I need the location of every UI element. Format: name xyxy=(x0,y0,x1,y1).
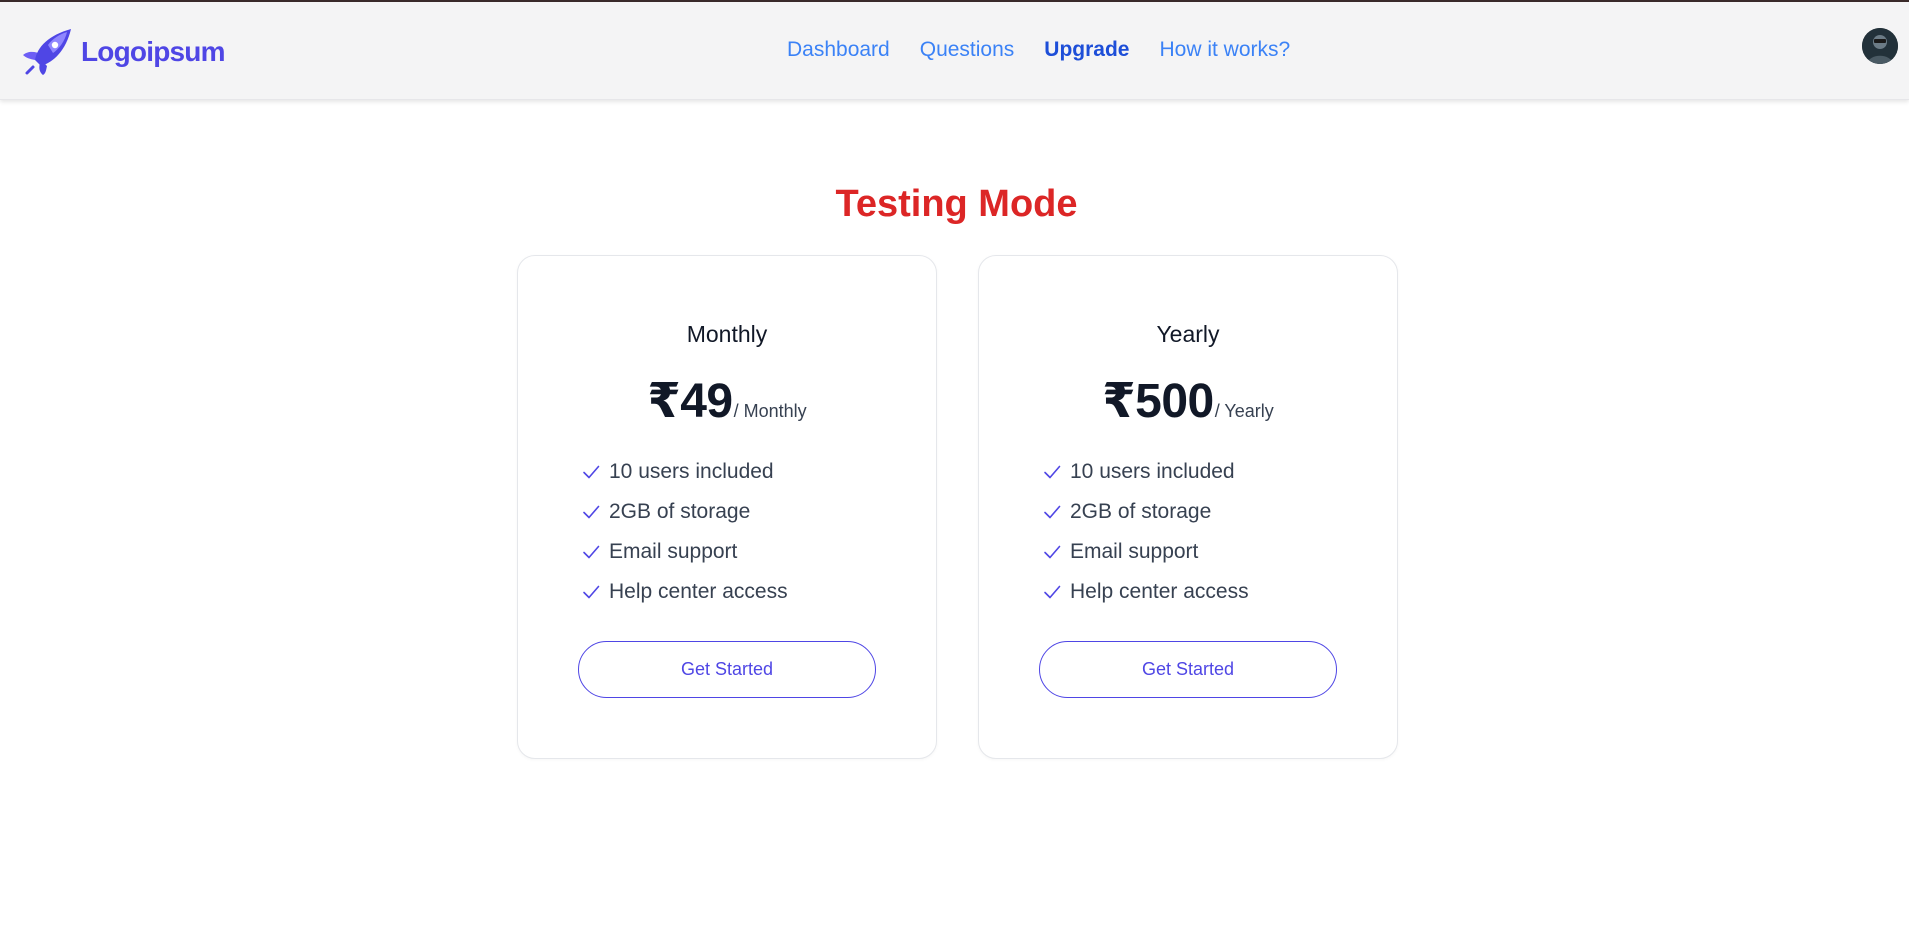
get-started-button[interactable]: Get Started xyxy=(1039,641,1337,698)
feature-item: Email support xyxy=(581,532,788,572)
plan-card-monthly: Monthly ₹49 / Monthly 10 users included … xyxy=(517,255,937,759)
feature-label: Help center access xyxy=(609,580,788,603)
page-title: Testing Mode xyxy=(835,183,1078,225)
feature-item: 10 users included xyxy=(581,452,788,492)
feature-label: Help center access xyxy=(1070,580,1249,603)
check-icon xyxy=(581,542,601,562)
feature-list: 10 users included 2GB of storage Email s… xyxy=(581,452,788,612)
check-icon xyxy=(1042,582,1062,602)
plan-period: / Yearly xyxy=(1214,401,1274,421)
plan-name: Yearly xyxy=(1156,321,1220,347)
check-icon xyxy=(1042,462,1062,482)
plan-name: Monthly xyxy=(686,321,768,347)
navbar: Logoipsum Dashboard Questions Upgrade Ho… xyxy=(0,2,1909,100)
feature-list: 10 users included 2GB of storage Email s… xyxy=(1042,452,1249,612)
feature-label: Email support xyxy=(1070,540,1199,563)
feature-label: 10 users included xyxy=(1070,460,1235,483)
feature-item: Help center access xyxy=(581,572,788,612)
plan-period: / Monthly xyxy=(733,401,807,421)
feature-item: Email support xyxy=(1042,532,1249,572)
check-icon xyxy=(1042,502,1062,522)
feature-label: Email support xyxy=(609,540,738,563)
plan-card-yearly: Yearly ₹500 / Yearly 10 users included 2… xyxy=(978,255,1398,759)
feature-label: 2GB of storage xyxy=(1070,500,1212,523)
nav-questions[interactable]: Questions xyxy=(920,38,1015,62)
check-icon xyxy=(1042,542,1062,562)
plan-price: ₹500 xyxy=(1102,375,1214,428)
plan-price-row: ₹49 / Monthly xyxy=(518,373,936,429)
check-icon xyxy=(581,582,601,602)
user-avatar[interactable] xyxy=(1862,28,1898,64)
feature-label: 10 users included xyxy=(609,460,774,483)
nav-how-it-works[interactable]: How it works? xyxy=(1159,38,1290,62)
get-started-button[interactable]: Get Started xyxy=(578,641,876,698)
feature-item: 2GB of storage xyxy=(581,492,788,532)
main-nav: Dashboard Questions Upgrade How it works… xyxy=(787,38,1290,62)
plan-price: ₹49 xyxy=(647,375,733,428)
brand-logo[interactable]: Logoipsum xyxy=(19,25,225,79)
check-icon xyxy=(581,462,601,482)
brand-name: Logoipsum xyxy=(81,36,225,67)
feature-item: Help center access xyxy=(1042,572,1249,612)
plan-price-row: ₹500 / Yearly xyxy=(979,373,1397,429)
rocket-icon xyxy=(19,25,77,79)
nav-upgrade[interactable]: Upgrade xyxy=(1044,38,1129,62)
pricing-plans: Monthly ₹49 / Monthly 10 users included … xyxy=(517,255,1398,759)
check-icon xyxy=(581,502,601,522)
nav-dashboard[interactable]: Dashboard xyxy=(787,38,890,62)
feature-item: 10 users included xyxy=(1042,452,1249,492)
feature-item: 2GB of storage xyxy=(1042,492,1249,532)
feature-label: 2GB of storage xyxy=(609,500,751,523)
